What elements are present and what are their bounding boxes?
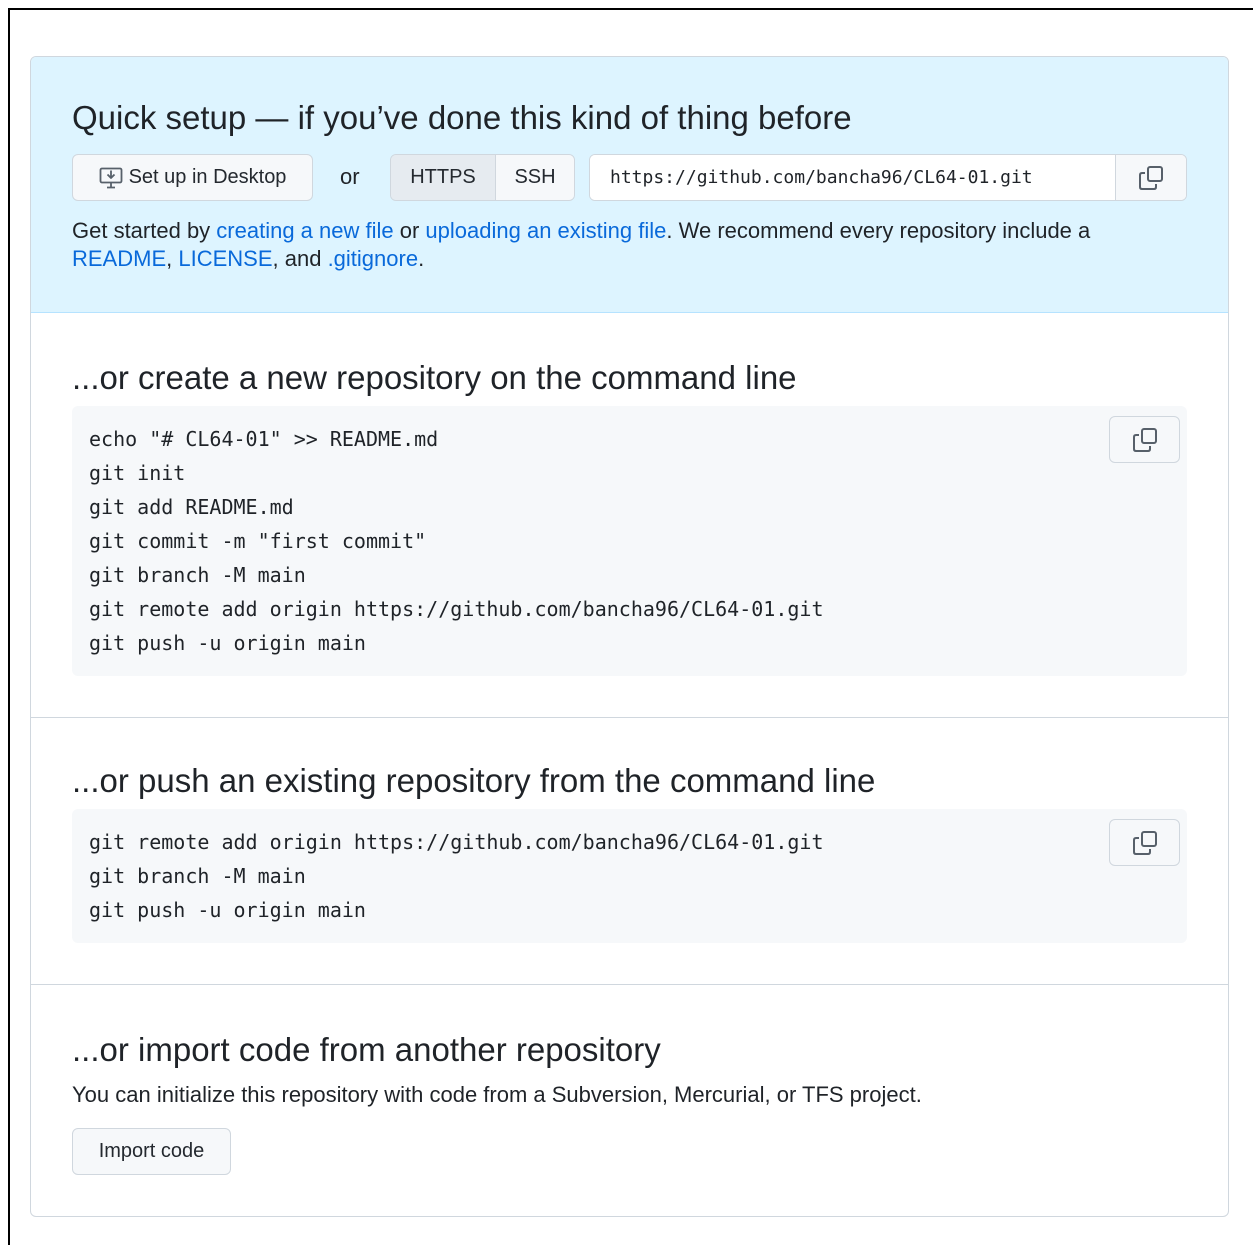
https-button[interactable]: HTTPS — [391, 155, 496, 200]
quick-setup-panel: Quick setup — if you’ve done this kind o… — [31, 57, 1228, 313]
readme-link[interactable]: README — [72, 246, 166, 271]
create-repo-code-box: echo "# CL64-01" >> README.md git init g… — [72, 406, 1187, 676]
push-repo-title: ...or push an existing repository from t… — [72, 762, 876, 799]
create-repo-title: ...or create a new repository on the com… — [72, 359, 797, 396]
uploading-existing-file-link[interactable]: uploading an existing file — [425, 218, 666, 243]
copy-url-button[interactable] — [1115, 155, 1186, 200]
section-divider — [31, 984, 1228, 985]
copy-icon — [1131, 426, 1159, 454]
or-label: or — [340, 164, 360, 189]
set-up-in-desktop-button[interactable]: Set up in Desktop — [72, 154, 313, 201]
clone-url-group — [589, 154, 1187, 201]
quick-setup-title: Quick setup — if you’ve done this kind o… — [72, 99, 852, 136]
push-repo-code: git remote add origin https://github.com… — [89, 830, 824, 922]
clone-url-input[interactable] — [590, 155, 1115, 200]
ssh-button[interactable]: SSH — [496, 155, 574, 200]
import-code-title: ...or import code from another repositor… — [72, 1031, 661, 1068]
intro-text-comma: , — [166, 246, 179, 271]
copy-icon — [1137, 164, 1165, 192]
desktop-download-icon — [99, 167, 123, 189]
quick-setup-box: Quick setup — if you’ve done this kind o… — [30, 56, 1229, 1217]
intro-text-end: . — [418, 246, 425, 271]
intro-text: Get started by creating a new file or up… — [72, 217, 1192, 273]
intro-text-and: , and — [272, 246, 328, 271]
intro-text-prefix: Get started by — [72, 218, 217, 243]
copy-push-code-button[interactable] — [1109, 819, 1180, 866]
copy-create-code-button[interactable] — [1109, 416, 1180, 463]
import-code-description: You can initialize this repository with … — [72, 1082, 922, 1107]
import-code-button[interactable]: Import code — [72, 1128, 231, 1175]
intro-text-recommend: . We recommend every repository include … — [666, 218, 1091, 243]
creating-new-file-link[interactable]: creating a new file — [216, 218, 393, 243]
license-link[interactable]: LICENSE — [178, 246, 272, 271]
gitignore-link[interactable]: .gitignore — [328, 246, 419, 271]
protocol-toggle: HTTPS SSH — [390, 154, 575, 201]
intro-text-or: or — [393, 218, 426, 243]
create-repo-code: echo "# CL64-01" >> README.md git init g… — [89, 427, 824, 655]
section-divider — [31, 717, 1228, 718]
set-up-in-desktop-label: Set up in Desktop — [128, 166, 287, 188]
copy-icon — [1131, 829, 1159, 857]
push-repo-code-box: git remote add origin https://github.com… — [72, 809, 1187, 943]
